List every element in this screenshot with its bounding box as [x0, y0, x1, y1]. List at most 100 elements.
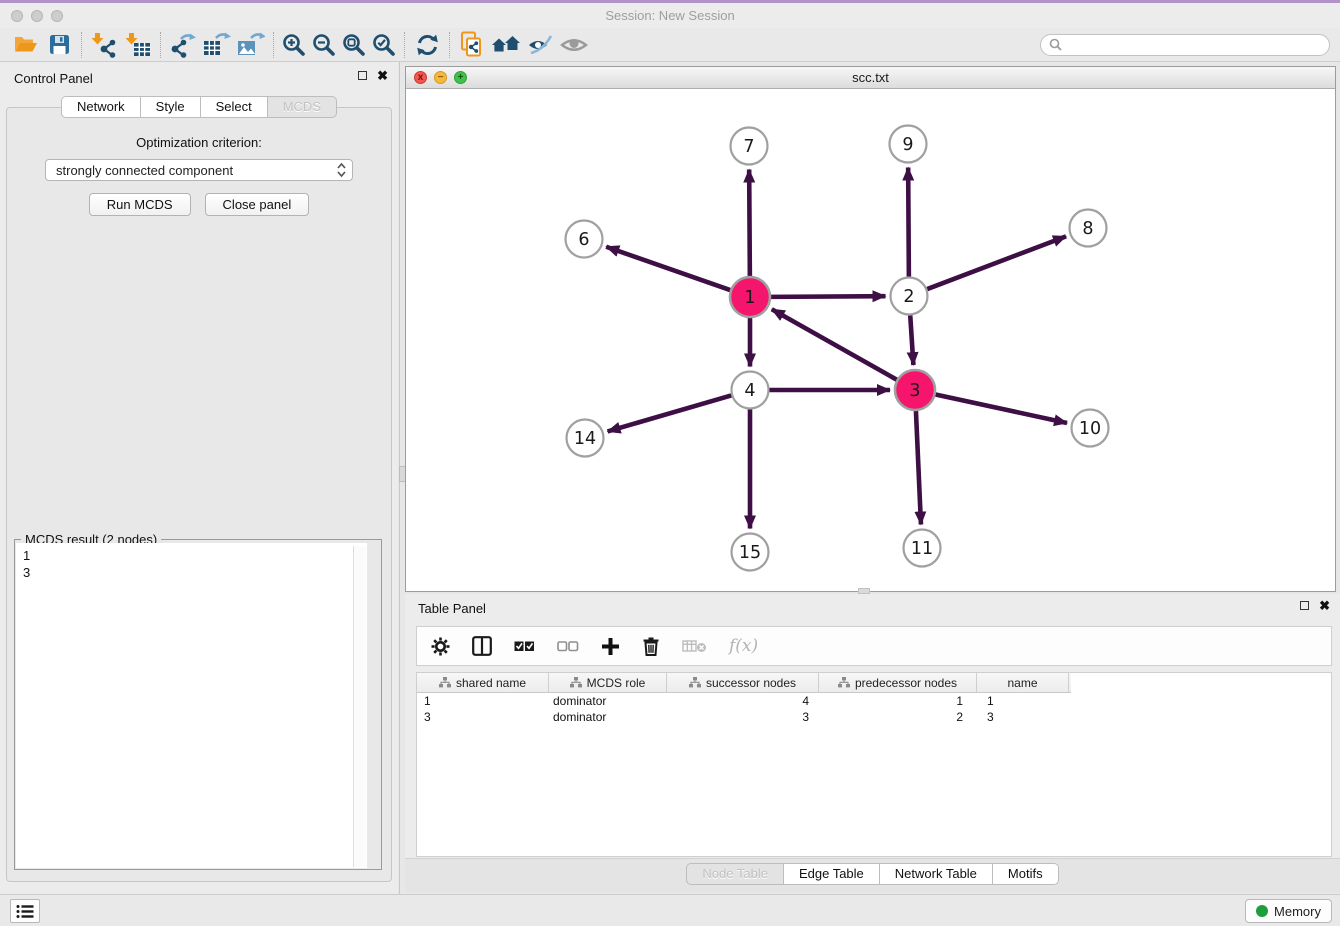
edge-2-8[interactable]	[927, 236, 1066, 289]
graph-node-4[interactable]: 4	[732, 372, 769, 409]
zoom-fit-button[interactable]	[339, 30, 369, 60]
run-mcds-button[interactable]: Run MCDS	[89, 193, 191, 216]
column-header-name[interactable]: name	[977, 673, 1069, 692]
refresh-view-button[interactable]	[410, 30, 444, 60]
memory-button[interactable]: Memory	[1245, 899, 1332, 923]
tab-mcds[interactable]: MCDS	[268, 96, 337, 118]
svg-text:10: 10	[1079, 419, 1101, 439]
control-panel-title: Control Panel	[14, 71, 93, 86]
graph-node-3[interactable]: 3	[895, 370, 935, 410]
result-scrollbar[interactable]	[353, 546, 366, 867]
table-cell[interactable]: dominator	[549, 694, 667, 708]
graph-node-11[interactable]: 11	[904, 530, 941, 567]
graph-node-6[interactable]: 6	[566, 221, 603, 258]
graph-node-1[interactable]: 1	[730, 277, 770, 317]
graph-node-7[interactable]: 7	[731, 128, 768, 165]
column-header-predecessor-nodes[interactable]: predecessor nodes	[819, 673, 977, 692]
table-cell[interactable]: 1	[819, 694, 977, 708]
export-network-button[interactable]	[166, 30, 200, 60]
table-row[interactable]: 1dominator411	[417, 693, 1331, 709]
copy-network-button[interactable]	[455, 30, 489, 60]
edge-1-7[interactable]	[749, 169, 750, 276]
export-table-button[interactable]	[200, 30, 234, 60]
function-builder-button[interactable]: f(x)	[729, 636, 758, 656]
svg-text:3: 3	[909, 381, 920, 401]
graph-node-15[interactable]: 15	[732, 534, 769, 571]
mcds-result-box[interactable]: 1 3	[16, 543, 367, 868]
tab-network[interactable]: Network	[61, 96, 141, 118]
flow-icon	[689, 677, 701, 688]
close-panel-button[interactable]: Close panel	[205, 193, 310, 216]
network-window-titlebar[interactable]: x − + scc.txt	[406, 67, 1335, 89]
table-cell[interactable]: 3	[667, 710, 819, 724]
edge-4-14[interactable]	[608, 395, 732, 431]
tab-edge-table[interactable]: Edge Table	[784, 863, 880, 885]
graph-node-14[interactable]: 14	[567, 420, 604, 457]
column-header-successor-nodes[interactable]: successor nodes	[667, 673, 819, 692]
edge-3-10[interactable]	[936, 394, 1068, 423]
tab-motifs[interactable]: Motifs	[993, 863, 1059, 885]
float-table-panel-icon[interactable]	[1300, 601, 1309, 610]
task-history-button[interactable]	[10, 899, 40, 923]
table-cell[interactable]: 4	[667, 694, 819, 708]
import-table-button[interactable]	[121, 30, 155, 60]
graph-node-8[interactable]: 8	[1070, 210, 1107, 247]
edge-2-9[interactable]	[908, 167, 909, 276]
toolbar-separator	[449, 32, 450, 58]
export-image-button[interactable]	[234, 30, 268, 60]
table-row[interactable]: 3dominator323	[417, 709, 1331, 725]
node-table[interactable]: shared nameMCDS rolesuccessor nodesprede…	[416, 672, 1332, 857]
deselect-all-button[interactable]	[557, 640, 579, 653]
tab-network-table[interactable]: Network Table	[880, 863, 993, 885]
eye-slash-icon	[527, 34, 554, 56]
zoom-fit-icon	[342, 33, 366, 57]
table-cell[interactable]: 2	[819, 710, 977, 724]
edge-1-6[interactable]	[606, 247, 730, 290]
close-table-panel-icon[interactable]: ✖	[1319, 601, 1330, 610]
table-cell[interactable]: 1	[977, 694, 1069, 708]
graph-node-9[interactable]: 9	[890, 126, 927, 163]
hide-panels-button[interactable]	[523, 30, 557, 60]
open-session-button[interactable]	[8, 30, 42, 60]
table-cell[interactable]: 3	[977, 710, 1069, 724]
column-header-shared-name[interactable]: shared name	[417, 673, 549, 692]
toolbar-separator	[160, 32, 161, 58]
search-input[interactable]	[1066, 38, 1321, 52]
flow-icon	[570, 677, 582, 688]
column-header-MCDS-role[interactable]: MCDS role	[549, 673, 667, 692]
tab-select[interactable]: Select	[201, 96, 268, 118]
edge-1-2[interactable]	[771, 296, 886, 297]
delete-table-button[interactable]	[682, 638, 707, 654]
edge-3-11[interactable]	[916, 411, 921, 525]
table-cell[interactable]: 3	[417, 710, 549, 724]
edge-3-1[interactable]	[772, 309, 897, 379]
table-settings-button[interactable]	[431, 637, 450, 656]
mcds-panel: Optimization criterion: strongly connect…	[6, 107, 392, 882]
save-session-button[interactable]	[42, 30, 76, 60]
copy-network-icon	[459, 31, 485, 58]
select-all-button[interactable]	[514, 640, 535, 653]
zoom-in-button[interactable]	[279, 30, 309, 60]
home-button[interactable]	[489, 30, 523, 60]
close-panel-icon[interactable]: ✖	[377, 71, 388, 80]
delete-column-button[interactable]	[642, 636, 660, 656]
tab-style[interactable]: Style	[141, 96, 201, 118]
graph-node-2[interactable]: 2	[891, 278, 928, 315]
optimization-criterion-select[interactable]: strongly connected component	[45, 159, 353, 181]
float-panel-icon[interactable]	[358, 71, 367, 80]
search-box[interactable]	[1040, 34, 1330, 56]
import-network-button[interactable]	[87, 30, 121, 60]
zoom-out-button[interactable]	[309, 30, 339, 60]
network-canvas[interactable]: 7 9 6 8 1 2 4 3 14 10 15 11	[406, 89, 1335, 591]
control-panel-tabs: Network Style Select MCDS	[0, 96, 398, 118]
add-column-button[interactable]	[601, 637, 620, 656]
table-cell[interactable]: 1	[417, 694, 549, 708]
zoom-selected-button[interactable]	[369, 30, 399, 60]
graph-node-10[interactable]: 10	[1072, 410, 1109, 447]
show-panels-button[interactable]	[557, 30, 591, 60]
control-panel: Control Panel ✖ Network Style Select MCD…	[0, 62, 398, 894]
show-columns-button[interactable]	[472, 636, 492, 656]
edge-2-3[interactable]	[910, 315, 913, 365]
table-cell[interactable]: dominator	[549, 710, 667, 724]
tab-node-table[interactable]: Node Table	[686, 863, 784, 885]
